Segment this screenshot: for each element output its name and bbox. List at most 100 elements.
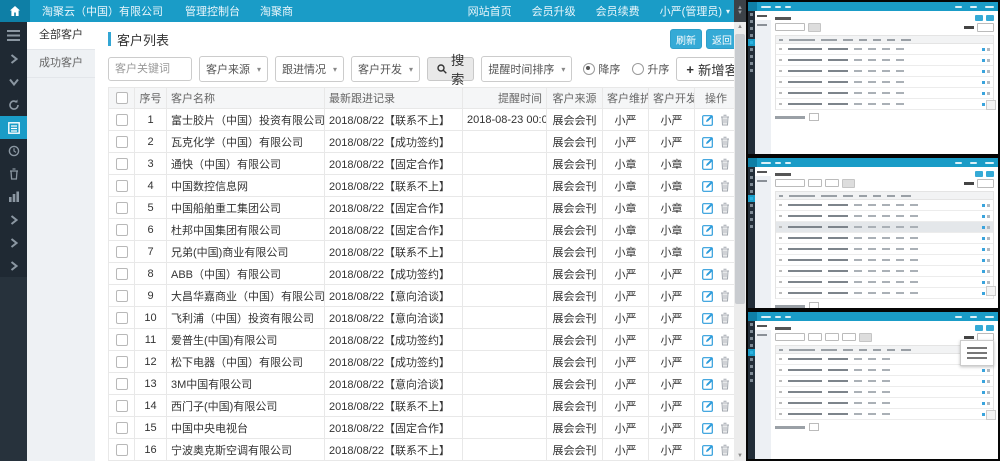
source-select[interactable]: 客户来源 ▾ <box>199 56 268 82</box>
row-checkbox[interactable] <box>116 334 128 346</box>
thumb-nav-dash <box>785 316 791 318</box>
scrollbar-thumb[interactable] <box>735 34 745 304</box>
row-checkbox[interactable] <box>116 400 128 412</box>
edit-icon[interactable] <box>702 312 714 324</box>
chart-icon[interactable] <box>0 185 27 208</box>
brand-name[interactable]: 淘聚云（中国）有限公司 <box>30 0 175 22</box>
delete-icon[interactable] <box>720 202 730 214</box>
history-icon[interactable] <box>0 139 27 162</box>
row-checkbox[interactable] <box>116 422 128 434</box>
row-checkbox[interactable] <box>116 356 128 368</box>
cell-developer: 小章 <box>649 153 695 175</box>
customer-list-icon[interactable] <box>0 116 27 139</box>
trash-icon[interactable] <box>0 162 27 185</box>
sidebar-icons <box>0 22 27 277</box>
edit-icon[interactable] <box>702 422 714 434</box>
menu-icon[interactable] <box>0 24 27 47</box>
nav-site-home[interactable]: 网站首页 <box>458 0 522 22</box>
row-checkbox[interactable] <box>116 114 128 126</box>
edit-icon[interactable] <box>702 356 714 368</box>
cell-keeper: 小章 <box>603 175 649 197</box>
delete-icon[interactable] <box>720 180 730 192</box>
delete-icon[interactable] <box>720 356 730 368</box>
delete-icon[interactable] <box>720 334 730 346</box>
edit-icon[interactable] <box>702 444 714 456</box>
edit-icon[interactable] <box>702 268 714 280</box>
developer-select[interactable]: 客户开发 ▾ <box>351 56 420 82</box>
delete-icon[interactable] <box>720 158 730 170</box>
edit-icon[interactable] <box>702 202 714 214</box>
delete-icon[interactable] <box>720 378 730 390</box>
sidebar-item-success-customers[interactable]: 成功客户 <box>27 50 95 78</box>
page-thumbnail-2[interactable] <box>748 158 998 308</box>
nav-member-upgrade[interactable]: 会员升级 <box>522 0 586 22</box>
row-checkbox[interactable] <box>116 444 128 456</box>
row-checkbox[interactable] <box>116 290 128 302</box>
nav-member-renew[interactable]: 会员续费 <box>586 0 650 22</box>
scroll-down-icon[interactable]: ▼ <box>734 451 746 461</box>
row-checkbox[interactable] <box>116 312 128 324</box>
delete-icon[interactable] <box>720 268 730 280</box>
sort-desc-radio[interactable]: 降序 <box>583 61 620 77</box>
row-checkbox[interactable] <box>116 158 128 170</box>
chevron-right-icon[interactable] <box>0 231 27 254</box>
row-checkbox[interactable] <box>116 136 128 148</box>
thumb-row-ops <box>982 380 990 383</box>
vertical-scrollbar[interactable]: ▲ ▼ <box>734 22 746 461</box>
scrollbar-corner[interactable]: ▲▼ <box>734 0 746 22</box>
row-checkbox[interactable] <box>116 180 128 192</box>
nav-console[interactable]: 管理控制台 <box>175 0 250 22</box>
delete-icon[interactable] <box>720 312 730 324</box>
edit-icon[interactable] <box>702 158 714 170</box>
row-checkbox[interactable] <box>116 246 128 258</box>
delete-icon[interactable] <box>720 444 730 456</box>
chevron-right-icon[interactable] <box>0 254 27 277</box>
refresh-icon[interactable] <box>0 93 27 116</box>
search-button[interactable]: 搜索 <box>427 57 474 81</box>
keyword-input[interactable] <box>108 57 192 81</box>
scroll-up-icon[interactable]: ▲ <box>734 22 746 32</box>
page-title: 客户列表 <box>117 30 169 49</box>
page-thumbnail-1[interactable] <box>748 2 998 154</box>
thumb-table-row <box>776 211 993 222</box>
row-checkbox[interactable] <box>116 202 128 214</box>
cell-keeper: 小严 <box>603 439 649 461</box>
user-menu[interactable]: 小严(管理员) ▾ <box>650 0 746 22</box>
thumb-row-ops <box>982 226 990 229</box>
delete-icon[interactable] <box>720 136 730 148</box>
cell-no: 2 <box>135 131 167 153</box>
cell-developer: 小严 <box>649 329 695 351</box>
row-checkbox[interactable] <box>116 268 128 280</box>
row-checkbox[interactable] <box>116 378 128 390</box>
thumb-row-ops <box>982 48 990 51</box>
sidebar-item-all-customers[interactable]: 全部客户 <box>27 22 95 50</box>
edit-icon[interactable] <box>702 136 714 148</box>
edit-icon[interactable] <box>702 246 714 258</box>
chevron-down-icon[interactable] <box>0 70 27 93</box>
row-checkbox[interactable] <box>116 224 128 236</box>
delete-icon[interactable] <box>720 246 730 258</box>
edit-icon[interactable] <box>702 114 714 126</box>
home-button[interactable] <box>0 0 30 22</box>
nav-shop[interactable]: 淘聚商 <box>250 0 303 22</box>
edit-icon[interactable] <box>702 334 714 346</box>
edit-icon[interactable] <box>702 378 714 390</box>
progress-select[interactable]: 跟进情况 ▾ <box>275 56 344 82</box>
delete-icon[interactable] <box>720 224 730 236</box>
cell-customer-name: 大昌华嘉商业（中国）有限公司 <box>167 285 325 307</box>
delete-icon[interactable] <box>720 422 730 434</box>
sort-asc-radio[interactable]: 升序 <box>632 61 669 77</box>
edit-icon[interactable] <box>702 224 714 236</box>
remind-sort-select[interactable]: 提醒时间排序 ▾ <box>481 56 572 82</box>
chevron-right-icon[interactable] <box>0 208 27 231</box>
edit-icon[interactable] <box>702 180 714 192</box>
edit-icon[interactable] <box>702 400 714 412</box>
delete-icon[interactable] <box>720 290 730 302</box>
select-all-checkbox[interactable] <box>116 92 128 104</box>
delete-icon[interactable] <box>720 114 730 126</box>
chevron-right-icon[interactable] <box>0 47 27 70</box>
edit-icon[interactable] <box>702 290 714 302</box>
refresh-button[interactable]: 刷新 <box>670 29 702 49</box>
page-thumbnail-3[interactable] <box>748 312 998 459</box>
delete-icon[interactable] <box>720 400 730 412</box>
